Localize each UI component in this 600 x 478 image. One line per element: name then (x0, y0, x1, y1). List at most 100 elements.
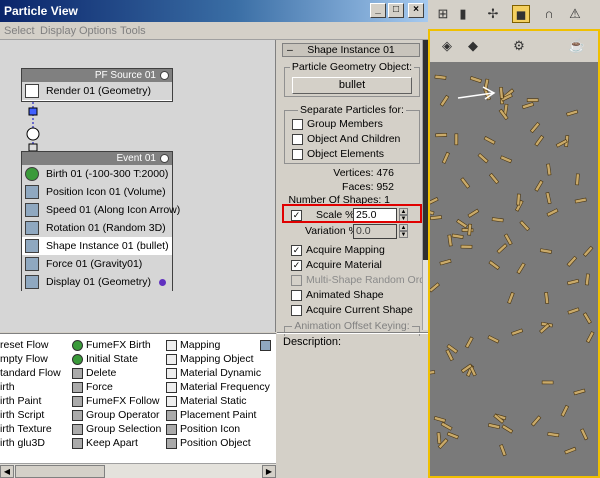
hierarchy-icon[interactable]: ⊞ (434, 5, 452, 23)
faces-stat: Faces: 952 (342, 181, 394, 193)
depot-item[interactable]: irth Texture (0, 422, 68, 436)
menu-select[interactable]: Select (4, 25, 35, 37)
depot-column-flows: reset Flow mpty Flow tandard Flow irth i… (0, 338, 68, 450)
particle-bullet (460, 177, 471, 189)
rollout-header[interactable]: – Shape Instance 01 (282, 43, 420, 57)
scroll-left-icon[interactable]: ◀ (0, 465, 14, 478)
particle-view-window: Particle View _ □ × Select Display Optio… (0, 0, 428, 478)
particle-bullet (530, 415, 542, 427)
vertices-stat: Vertices: 476 (333, 167, 394, 179)
spin-down-icon[interactable]: ▼ (399, 231, 408, 238)
operator-force[interactable]: Force 01 (Gravity01) (22, 255, 172, 273)
object-and-children-checkbox[interactable]: Object And Children (292, 132, 400, 146)
depot-item[interactable]: FumeFX Follow (72, 394, 164, 408)
particle-bullet (526, 98, 539, 102)
particle-bullet (574, 197, 587, 204)
minimize-button[interactable]: _ (370, 3, 386, 18)
operator-speed[interactable]: Speed 01 (Along Icon Arrow) (22, 201, 180, 219)
depot-item[interactable]: irth (0, 380, 68, 394)
depot-item[interactable]: Material Static (166, 394, 260, 408)
particle-field (428, 74, 595, 457)
select-link-icon[interactable]: ▮ (454, 5, 472, 23)
viewport[interactable]: ⊞ ▮ ✢ ◼ ∩ ⚠ ◈ ◆ ⚙ ☕ (428, 0, 600, 478)
scroll-thumb[interactable] (15, 465, 105, 478)
depot-item[interactable]: Position Object (166, 436, 260, 450)
depot-item[interactable]: irth glu3D (0, 436, 68, 450)
rotation-icon (25, 221, 39, 235)
display-icon (25, 275, 39, 289)
close-button[interactable]: × (408, 3, 424, 18)
animated-shape-checkbox[interactable]: Animated Shape (291, 288, 384, 302)
acquire-material-checkbox[interactable]: ✓ Acquire Material (291, 258, 382, 272)
acquire-mapping-checkbox[interactable]: ✓ Acquire Mapping (291, 243, 385, 257)
particle-bullet (534, 179, 544, 192)
title-bar[interactable]: Particle View _ □ × (0, 0, 428, 22)
depot-item[interactable]: FumeFX Birth (72, 338, 164, 352)
teapot-icon[interactable]: ☕ (568, 37, 586, 55)
particle-bullet (560, 404, 570, 417)
menu-display[interactable]: Display (40, 25, 76, 37)
depot-hscrollbar[interactable]: ◀ ▶ (0, 463, 276, 478)
depot-item[interactable]: Delete (72, 366, 164, 380)
depot-item[interactable]: reset Flow (0, 338, 68, 352)
flow-canvas[interactable]: PF Source 01 Render 01 (Geometry) Event … (0, 40, 276, 332)
menu-options[interactable]: Options (79, 25, 117, 37)
space-warp-icon[interactable]: ◆ (464, 37, 482, 55)
snap-icon[interactable]: ⚠ (566, 5, 584, 23)
particle-bullet (439, 258, 452, 266)
particle-bullet (580, 428, 589, 441)
particle-bullet (487, 423, 501, 430)
create-box-icon[interactable]: ◼ (512, 5, 530, 23)
depot-item[interactable]: irth Paint (0, 394, 68, 408)
material-static-icon (166, 396, 177, 407)
particle-bullet (582, 245, 594, 257)
depot-item[interactable]: Group Operator (72, 408, 164, 422)
object-elements-checkbox[interactable]: Object Elements (292, 147, 384, 161)
geometry-object-button[interactable]: bullet (292, 77, 412, 94)
magnet-icon[interactable]: ∩ (540, 5, 558, 23)
operator-display[interactable]: Display 01 (Geometry) (22, 273, 172, 291)
event-toggle-icon[interactable] (160, 154, 169, 163)
emitter-arrow-icon (457, 86, 496, 100)
depot-item[interactable]: Mapping Object (166, 352, 260, 366)
scroll-right-icon[interactable]: ▶ (262, 465, 276, 478)
depot-item[interactable]: Material Frequency (166, 380, 270, 394)
depot-item[interactable]: tandard Flow (0, 366, 68, 380)
depot-item[interactable]: irth Script (0, 408, 68, 422)
wrench-icon[interactable]: ⚙ (510, 37, 528, 55)
depot-item[interactable]: Material Dynamic (166, 366, 261, 380)
operator-shape-instance[interactable]: Shape Instance 01 (bullet) (22, 237, 172, 255)
maximize-button[interactable]: □ (388, 3, 404, 18)
bind-icon[interactable]: ◈ (438, 37, 456, 55)
shape-instance-icon (25, 239, 39, 253)
depot-item[interactable]: Position Icon (166, 422, 260, 436)
depot-item[interactable]: Mapping (166, 338, 260, 352)
depot-item[interactable]: Group Selection (72, 422, 164, 436)
group-members-checkbox[interactable]: Group Members (292, 117, 383, 131)
particle-bullet (534, 135, 545, 147)
depot-item[interactable]: Placement Paint (166, 408, 260, 422)
particle-bullet (451, 233, 464, 239)
force-icon (72, 382, 83, 393)
particle-bullet (566, 255, 578, 267)
depot-item[interactable]: mpty Flow (0, 352, 68, 366)
particle-bullet (430, 215, 442, 221)
operator-birth[interactable]: Birth 01 (-100-300 T:2000) (22, 165, 172, 183)
acquire-current-shape-checkbox[interactable]: Acquire Current Shape (291, 303, 413, 317)
spin-up-icon[interactable]: ▲ (399, 224, 408, 231)
menu-tools[interactable]: Tools (120, 25, 146, 37)
variation-field[interactable]: 0.0 (353, 224, 397, 239)
operator-rotation[interactable]: Rotation 01 (Random 3D) (22, 219, 172, 237)
depot-item[interactable]: Keep Apart (72, 436, 164, 450)
particle-bullet (464, 336, 474, 349)
fumefx-follow-icon (72, 396, 83, 407)
event-01-box[interactable]: Event 01 Birth 01 (-100-300 T:2000) Posi… (21, 151, 180, 291)
panel-divider (277, 332, 428, 334)
particle-bullet (499, 444, 507, 457)
group-selection-icon (72, 424, 83, 435)
depot-item[interactable]: Initial State (72, 352, 164, 366)
move-icon[interactable]: ✢ (484, 5, 502, 23)
operator-position-icon[interactable]: Position Icon 01 (Volume) (22, 183, 172, 201)
viewport-canvas[interactable] (428, 63, 600, 478)
depot-item[interactable]: Force (72, 380, 164, 394)
